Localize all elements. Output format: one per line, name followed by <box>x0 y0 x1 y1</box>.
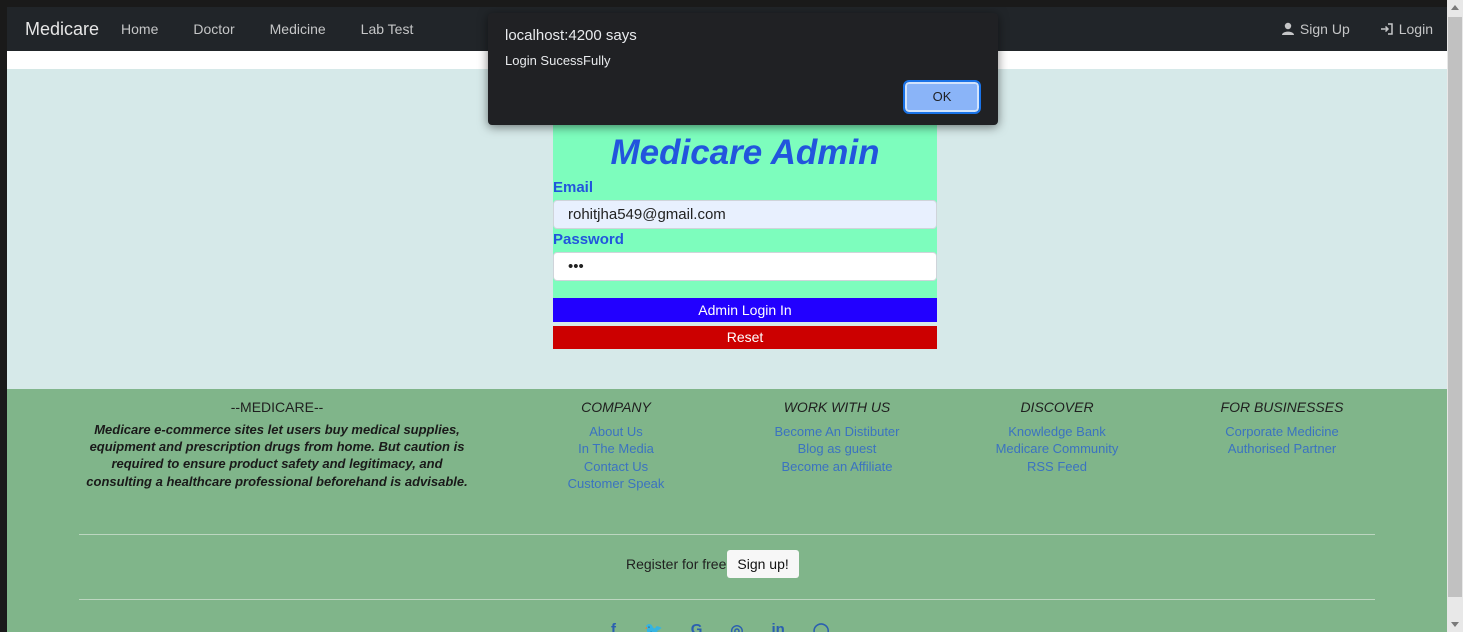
footer: --MEDICARE-- Medicare e-commerce sites l… <box>7 389 1447 632</box>
footer-link[interactable]: Corporate Medicine <box>1192 423 1372 440</box>
scroll-thumb[interactable] <box>1448 17 1462 597</box>
footer-link[interactable]: Blog as guest <box>747 440 927 457</box>
user-icon <box>1281 22 1294 35</box>
nav-doctor[interactable]: Doctor <box>193 21 234 37</box>
admin-login-button[interactable]: Admin Login In <box>553 298 937 322</box>
email-field[interactable]: rohitjha549@gmail.com <box>553 200 937 229</box>
nav-signup[interactable]: Sign Up <box>1281 21 1350 37</box>
browser-frame: Medicare Home Doctor Medicine Lab Test S… <box>0 0 1463 632</box>
footer-discover-title: DISCOVER <box>1020 399 1094 415</box>
facebook-icon[interactable]: f <box>611 621 616 632</box>
twitter-icon[interactable]: 🐦 <box>644 621 663 632</box>
nav-lab-test[interactable]: Lab Test <box>361 21 414 37</box>
admin-login-form: Medicare Admin Email rohitjha549@gmail.c… <box>553 123 937 349</box>
linkedin-icon[interactable]: in <box>771 621 784 632</box>
ok-button[interactable]: OK <box>903 80 981 114</box>
brand-logo[interactable]: Medicare <box>25 19 99 40</box>
signup-button[interactable]: Sign up! <box>727 550 799 578</box>
footer-link[interactable]: Knowledge Bank <box>967 423 1147 440</box>
instagram-icon[interactable]: ◎ <box>730 621 743 632</box>
scrollbar[interactable] <box>1447 0 1463 632</box>
footer-company-title: COMPANY <box>581 399 651 415</box>
footer-link[interactable]: About Us <box>536 423 696 440</box>
footer-link[interactable]: Become an Affiliate <box>747 458 927 475</box>
nav-home[interactable]: Home <box>121 21 158 37</box>
footer-discover-links: Knowledge Bank Medicare Community RSS Fe… <box>967 423 1147 475</box>
divider <box>79 534 1375 535</box>
footer-link[interactable]: Contact Us <box>536 458 696 475</box>
footer-link[interactable]: Become An Distibuter <box>747 423 927 440</box>
login-title: Medicare Admin <box>610 133 880 172</box>
github-icon[interactable]: ◯ <box>813 621 830 632</box>
footer-business-title: FOR BUSINESSES <box>1220 399 1344 415</box>
footer-work-title: WORK WITH US <box>783 399 891 415</box>
email-label: Email <box>553 179 594 196</box>
footer-company-links: About Us In The Media Contact Us Custome… <box>536 423 696 492</box>
footer-link[interactable]: Authorised Partner <box>1192 440 1372 457</box>
footer-brand-title: --MEDICARE-- <box>230 399 324 415</box>
nav-medicine[interactable]: Medicine <box>270 21 326 37</box>
alert-dialog: localhost:4200 says Login SucessFully OK <box>488 13 998 125</box>
nav-right: Sign Up Login <box>1281 7 1433 51</box>
scroll-down-icon[interactable] <box>1451 622 1459 627</box>
google-icon[interactable]: G <box>691 621 703 632</box>
divider <box>79 599 1375 600</box>
footer-work-links: Become An Distibuter Blog as guest Becom… <box>747 423 927 475</box>
password-field[interactable]: ••• <box>553 252 937 281</box>
footer-business-links: Corporate Medicine Authorised Partner <box>1192 423 1372 458</box>
footer-link[interactable]: Customer Speak <box>536 475 696 492</box>
nav-login-label: Login <box>1398 21 1433 37</box>
dialog-message: Login SucessFully <box>505 53 611 68</box>
footer-link[interactable]: Medicare Community <box>967 440 1147 457</box>
login-icon <box>1380 23 1393 35</box>
dialog-title: localhost:4200 says <box>505 27 637 44</box>
footer-link[interactable]: In The Media <box>536 440 696 457</box>
nav-signup-label: Sign Up <box>1299 21 1350 37</box>
footer-link[interactable]: RSS Feed <box>967 458 1147 475</box>
register-text: Register for free <box>626 556 727 572</box>
reset-button[interactable]: Reset <box>553 326 937 349</box>
scroll-up-icon[interactable] <box>1451 5 1459 10</box>
nav-login[interactable]: Login <box>1380 21 1433 37</box>
password-label: Password <box>553 231 624 248</box>
register-row: Register for free Sign up! <box>626 550 799 578</box>
footer-about-text: Medicare e-commerce sites let users buy … <box>86 422 468 489</box>
social-links: f 🐦 G ◎ in ◯ <box>611 621 830 632</box>
